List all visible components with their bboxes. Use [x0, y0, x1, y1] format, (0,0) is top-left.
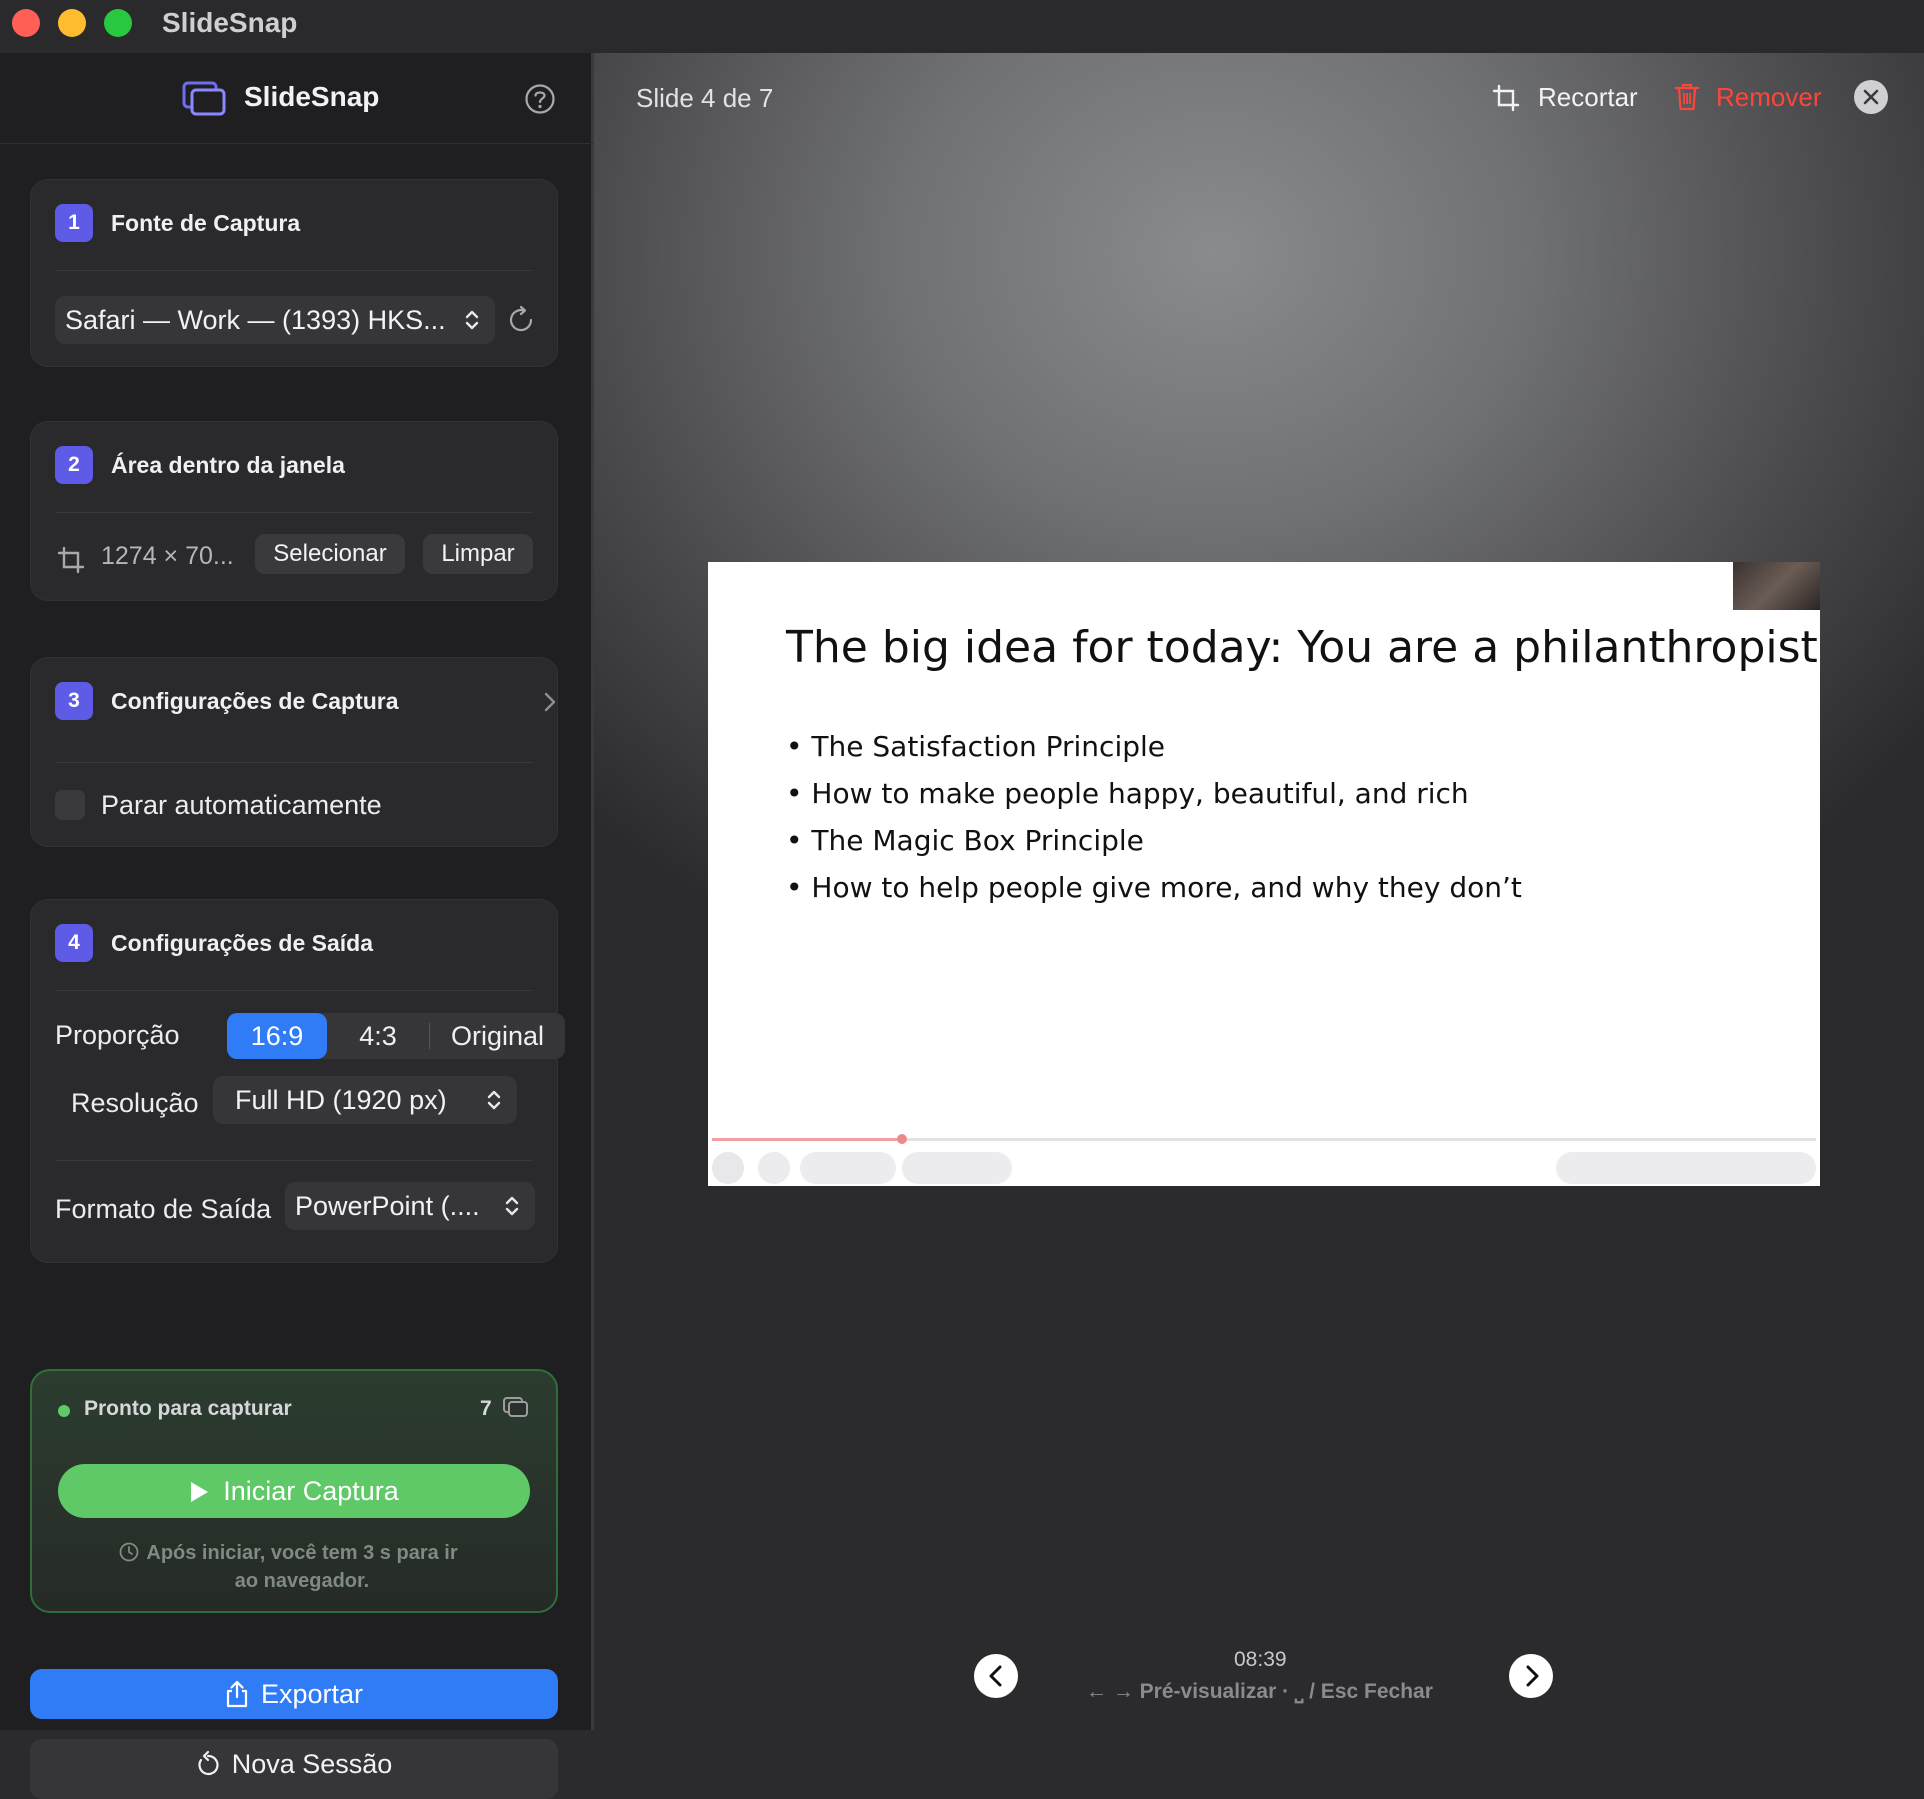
divider	[55, 512, 533, 513]
crop-icon	[57, 546, 85, 574]
chevron-up-down-icon	[465, 310, 479, 330]
card-title: Fonte de Captura	[111, 210, 301, 236]
sidebar: SlideSnap 1 Fonte de Captura Safari — Wo…	[0, 53, 594, 1799]
format-value: PowerPoint (....	[295, 1191, 480, 1221]
remove-label: Remover	[1716, 82, 1822, 112]
speaker-thumbnail	[1733, 562, 1820, 610]
help-icon[interactable]	[524, 83, 556, 115]
sidebar-brand: SlideSnap	[244, 81, 380, 112]
crop-icon	[1492, 84, 1520, 112]
player-controls-right[interactable]	[1556, 1152, 1816, 1184]
start-capture-button[interactable]: Iniciar Captura	[58, 1464, 530, 1518]
ratio-option-original[interactable]: Original	[430, 1013, 565, 1059]
close-preview-button[interactable]	[1854, 80, 1888, 114]
divider	[55, 990, 533, 991]
timestamp: 08:39	[1234, 1648, 1287, 1671]
new-session-label: Nova Sessão	[231, 1749, 393, 1779]
area-size: 1274 × 70...	[101, 542, 234, 570]
sidebar-header: SlideSnap	[0, 53, 594, 144]
step-badge: 4	[55, 924, 93, 962]
slide-count: 7	[480, 1397, 492, 1420]
restart-icon	[198, 1750, 219, 1776]
chevron-left-icon	[989, 1665, 1002, 1687]
ratio-option-16-9[interactable]: 16:9	[227, 1013, 327, 1059]
trash-icon	[1674, 83, 1700, 111]
resolution-select[interactable]: Full HD (1920 px)	[213, 1076, 517, 1124]
keyboard-shortcuts: ← → Pré-visualizar · ⎵ / Esc Fechar	[1086, 1680, 1433, 1703]
slide-bullet: • The Magic Box Principle	[786, 824, 1144, 857]
slides-logo-icon	[182, 81, 226, 116]
close-window-button[interactable]	[12, 9, 40, 37]
export-label: Exportar	[260, 1679, 364, 1709]
card-title: Configurações de Captura	[111, 688, 399, 714]
step-badge: 2	[55, 446, 93, 484]
capture-hint: Após iniciar, você tem 3 s para ir ao na…	[146, 1542, 458, 1592]
zoom-window-button[interactable]	[104, 9, 132, 37]
video-progress-fill	[712, 1138, 902, 1141]
resolution-value: Full HD (1920 px)	[235, 1085, 447, 1115]
clear-area-button[interactable]: Limpar	[423, 534, 533, 574]
output-settings-card: 4 Configurações de Saída Proporção 16:9 …	[30, 899, 565, 1263]
divider	[55, 270, 533, 271]
chevron-up-down-icon	[487, 1090, 501, 1110]
share-icon	[226, 1680, 248, 1708]
export-button[interactable]: Exportar	[30, 1669, 558, 1719]
card-header[interactable]: 3 Configurações de Captura	[55, 682, 556, 722]
minimize-window-button[interactable]	[58, 9, 86, 37]
previous-slide-button[interactable]	[974, 1654, 1018, 1698]
chevron-right-icon	[1526, 1665, 1539, 1687]
close-icon	[1863, 89, 1879, 105]
capture-settings-card: 3 Configurações de Captura Parar automat…	[30, 657, 558, 847]
chevron-up-down-icon	[505, 1196, 519, 1216]
video-playhead	[897, 1134, 907, 1144]
window-titlebar: SlideSnap	[0, 0, 1924, 53]
auto-stop-checkbox[interactable]	[55, 790, 85, 820]
refresh-icon[interactable]	[507, 304, 537, 336]
auto-stop-label: Parar automaticamente	[101, 790, 382, 820]
timer-icon	[119, 1542, 139, 1562]
next-slide-button[interactable]	[1509, 1654, 1553, 1698]
capture-source-card: 1 Fonte de Captura Safari — Work — (1393…	[30, 179, 558, 367]
format-select[interactable]: PowerPoint (....	[285, 1182, 535, 1230]
step-badge: 3	[55, 682, 93, 720]
format-label: Formato de Saída	[55, 1194, 272, 1224]
slides-stack-icon	[503, 1397, 528, 1417]
capture-source-value: Safari — Work — (1393) HKS...	[65, 305, 446, 335]
slide-title: The big idea for today: You are a philan…	[786, 622, 1818, 673]
card-title: Configurações de Saída	[111, 930, 374, 956]
slide-bullet: • The Satisfaction Principle	[786, 730, 1165, 763]
ratio-label: Proporção	[55, 1020, 180, 1050]
slide-indicator: Slide 4 de 7	[636, 83, 774, 113]
chapter-pill[interactable]	[902, 1152, 1012, 1184]
play-icon	[191, 1482, 209, 1502]
time-pill	[800, 1152, 896, 1184]
slide-bullet: • How to help people give more, and why …	[786, 871, 1522, 904]
status-dot	[58, 1405, 70, 1417]
new-session-button[interactable]: Nova Sessão	[30, 1739, 558, 1799]
ratio-option-4-3[interactable]: 4:3	[327, 1013, 429, 1059]
mute-button[interactable]	[758, 1152, 790, 1184]
crop-label: Recortar	[1538, 82, 1638, 112]
pause-button[interactable]	[712, 1152, 744, 1184]
select-area-button[interactable]: Selecionar	[255, 534, 405, 574]
capture-source-select[interactable]: Safari — Work — (1393) HKS...	[55, 296, 495, 344]
divider	[55, 1160, 533, 1161]
chevron-right-icon	[544, 692, 556, 712]
status-text: Pronto para capturar	[84, 1397, 292, 1420]
capture-status-card: Pronto para capturar 7 Iniciar Captura A…	[30, 1369, 558, 1613]
card-title: Área dentro da janela	[111, 452, 345, 478]
ratio-segmented-control: 16:9 4:3 Original	[227, 1013, 565, 1059]
resolution-label: Resolução	[71, 1088, 199, 1118]
step-badge: 1	[55, 204, 93, 242]
divider	[55, 762, 533, 763]
window-title: SlideSnap	[162, 7, 298, 38]
start-capture-label: Iniciar Captura	[223, 1476, 399, 1506]
area-card: 2 Área dentro da janela 1274 × 70... Sel…	[30, 421, 558, 601]
slide-preview: The big idea for today: You are a philan…	[708, 562, 1820, 1186]
slide-bullet: • How to make people happy, beautiful, a…	[786, 777, 1469, 810]
